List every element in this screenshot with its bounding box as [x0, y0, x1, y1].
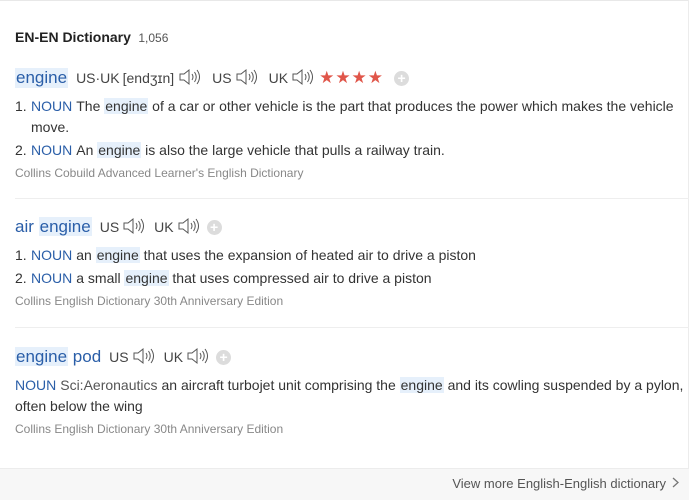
- headword[interactable]: air engine: [15, 217, 92, 237]
- entry-divider: [15, 327, 689, 328]
- definition-text: an aircraft turbojet unit comprising the: [161, 377, 400, 393]
- dictionary-title: EN-EN Dictionary: [15, 29, 131, 45]
- us-label: US: [109, 349, 129, 365]
- part-of-speech: NOUN: [31, 142, 73, 158]
- add-to-wordbook-button[interactable]: +: [216, 349, 232, 365]
- headword[interactable]: engine: [15, 68, 69, 88]
- dictionary-source: Collins Cobuild Advanced Learner's Engli…: [15, 166, 304, 180]
- pronunciation-uk[interactable]: UK: [269, 68, 315, 89]
- speaker-icon[interactable]: [235, 68, 259, 89]
- uk-label: UK: [154, 219, 174, 235]
- frequency-stars: ★★★★: [319, 68, 385, 87]
- subject-label: Sci:Aeronautics: [60, 377, 158, 393]
- add-to-wordbook-button[interactable]: +: [206, 219, 222, 235]
- headword-part: pod: [72, 347, 102, 366]
- pron-region-label: US·UK: [76, 70, 120, 86]
- highlighted-word: engine: [399, 377, 444, 393]
- speaker-icon[interactable]: [178, 68, 202, 89]
- part-of-speech: NOUN: [31, 270, 73, 286]
- view-more-link[interactable]: View more English-English dictionary: [452, 476, 679, 491]
- pronunciation-us[interactable]: US: [109, 347, 155, 368]
- sense-number: 1.: [15, 98, 27, 114]
- pronunciation-us[interactable]: US: [100, 217, 146, 238]
- definition-text: that uses compressed air to drive a pist…: [168, 270, 432, 286]
- headword-highlight: engine: [38, 217, 92, 236]
- definition-text: a small: [76, 270, 125, 286]
- definition-item: 2. NOUN a small engine that uses compress…: [15, 268, 689, 289]
- sense-number: 2.: [15, 142, 27, 158]
- us-label: US: [99, 219, 120, 235]
- ipa-text: [endʒɪn]: [122, 70, 175, 86]
- definition-text: that uses the expansion of heated air to…: [139, 247, 476, 263]
- pronunciation-uk[interactable]: UK: [154, 217, 200, 238]
- pronunciation-us-uk[interactable]: US·UK [endʒɪn]: [76, 68, 202, 89]
- us-label: US: [212, 70, 232, 86]
- uk-label: UK: [163, 349, 184, 365]
- definition-text: An: [76, 142, 98, 158]
- entry-divider: [15, 198, 689, 199]
- definition-text: The: [76, 98, 105, 114]
- top-border: [0, 0, 689, 1]
- speaker-icon[interactable]: [122, 217, 146, 238]
- definition-item: NOUN Sci:Aeronautics an aircraft turbojet …: [15, 375, 689, 417]
- pronunciation-us[interactable]: US: [212, 68, 258, 89]
- speaker-icon[interactable]: [132, 347, 156, 368]
- dictionary-source: Collins English Dictionary 30th Annivers…: [15, 294, 284, 308]
- highlighted-word: engine: [124, 270, 169, 286]
- definition-item: 1. NOUN The engine of a car or other vehi…: [15, 96, 689, 138]
- uk-label: UK: [268, 70, 289, 86]
- add-to-wordbook-button[interactable]: +: [394, 70, 410, 86]
- entry-air-engine: air engine US UK + 1. NOUN an engine that…: [15, 215, 689, 308]
- entry-engine-pod: engine pod US UK + NOUN Sci:Aeronautics an…: [15, 345, 689, 436]
- highlighted-word: engine: [104, 98, 149, 114]
- result-count: 1,056: [138, 31, 169, 45]
- view-more-label: View more English-English dictionary: [452, 476, 666, 491]
- speaker-icon[interactable]: [186, 347, 210, 368]
- definition-text: an: [76, 247, 96, 263]
- speaker-icon[interactable]: [177, 217, 201, 238]
- speaker-icon[interactable]: [291, 68, 315, 89]
- sense-number: 1.: [15, 247, 27, 263]
- highlighted-word: engine: [95, 247, 140, 263]
- definition-item: 2. NOUN An engine is also the large vehic…: [15, 140, 689, 161]
- headword-highlight: engine: [15, 347, 69, 366]
- pronunciation-uk[interactable]: UK: [164, 347, 210, 368]
- headword[interactable]: engine pod: [15, 347, 101, 367]
- definition-text: is also the large vehicle that pulls a r…: [141, 142, 445, 158]
- dictionary-source: Collins English Dictionary 30th Annivers…: [15, 422, 284, 436]
- chevron-right-icon: [672, 476, 679, 491]
- entry-engine: engine US·UK [endʒɪn] US UK ★★★★ + 1. NO…: [15, 66, 689, 180]
- highlighted-word: engine: [97, 142, 142, 158]
- sense-number: 2.: [15, 270, 27, 286]
- part-of-speech: NOUN: [31, 98, 73, 114]
- part-of-speech: NOUN: [31, 247, 73, 263]
- footer-bar: View more English-English dictionary: [0, 468, 689, 500]
- headword-part: air: [15, 217, 34, 236]
- part-of-speech: NOUN: [15, 377, 57, 393]
- dictionary-header: EN-EN Dictionary 1,056: [15, 29, 168, 47]
- definition-item: 1. NOUN an engine that uses the expansion…: [15, 245, 689, 266]
